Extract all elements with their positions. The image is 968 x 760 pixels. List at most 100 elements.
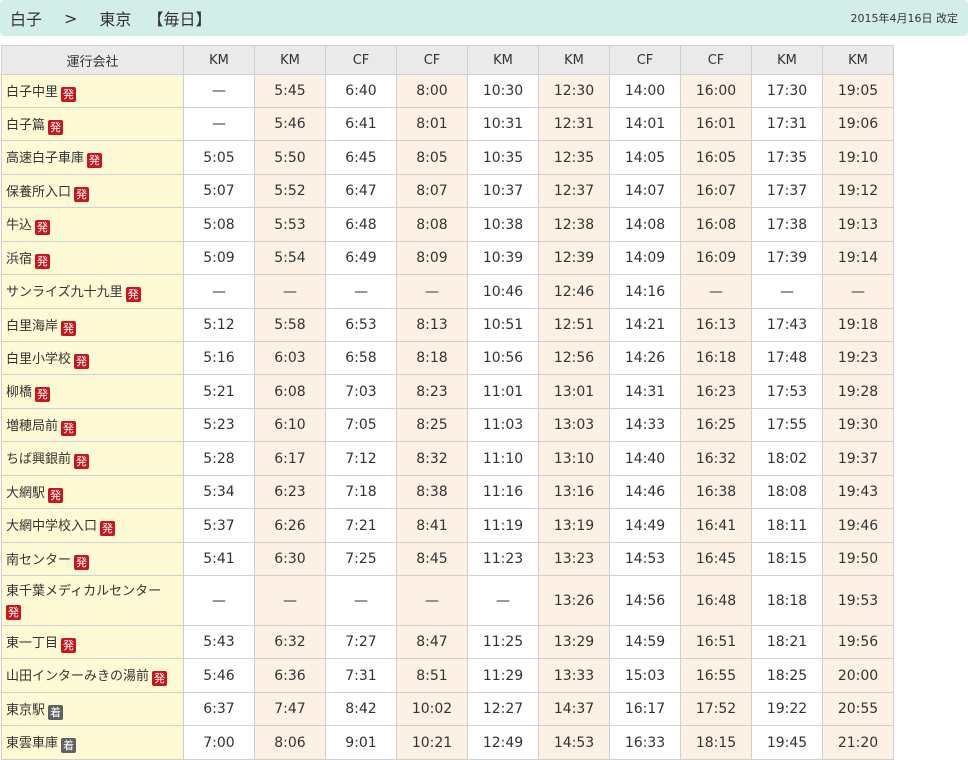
stop-name-cell: 東一丁目発 [1, 625, 184, 659]
time-cell: 16:13 [680, 308, 752, 342]
time-cell: 11:03 [467, 408, 539, 442]
time-cell: 14:40 [609, 441, 681, 476]
time-cell: 13:03 [538, 408, 610, 442]
time-cell: 21:20 [822, 725, 894, 760]
time-cell: 14:01 [609, 107, 681, 141]
time-cell: 14:59 [609, 625, 681, 659]
time-cell: 7:31 [325, 658, 397, 693]
table-row: 高速白子車庫発 5:05 5:50 6:45 8:05 10:35 12:35 14:05 16… [1, 140, 894, 175]
stop-name: サンライズ九十九里 [6, 285, 123, 300]
time-cell: — [396, 274, 468, 309]
departure-badge: 発 [87, 153, 103, 168]
direction-arrow: > [64, 8, 78, 28]
time-cell: 20:55 [822, 692, 894, 726]
time-cell: 11:10 [467, 441, 539, 476]
time-cell: 16:17 [609, 692, 681, 726]
time-cell: 16:38 [680, 475, 752, 509]
time-cell: 8:08 [396, 207, 468, 242]
stop-name-cell: 牛込発 [1, 207, 184, 242]
time-cell: 5:23 [183, 408, 255, 442]
time-cell: 12:46 [538, 274, 610, 309]
departure-badge: 発 [74, 186, 90, 202]
time-cell: 5:28 [183, 441, 255, 476]
time-cell: 5:16 [183, 341, 255, 375]
time-cell: 8:06 [254, 725, 326, 760]
operator-header-cell: CF [325, 45, 397, 75]
time-cell: 8:25 [396, 408, 468, 442]
time-cell: 6:37 [183, 692, 255, 726]
stop-name-cell: ちば興銀前発 [1, 441, 184, 476]
stop-name-cell: 大網中学校入口発 [1, 508, 184, 543]
time-cell: 19:56 [822, 625, 894, 659]
time-cell: 10:30 [467, 74, 539, 108]
time-cell: 16:23 [680, 374, 752, 409]
table-row: 白子篇発 —5:46 6:41 8:01 10:31 12:31 14:01 16:01 17:… [1, 107, 894, 141]
time-cell: 8:45 [396, 542, 468, 576]
time-cell: 5:46 [183, 658, 255, 693]
stop-name: 増穂局前 [6, 418, 59, 434]
timetable: 運行会社 KM KM CF CF KM KM CF CF KM KM 白子中里発 —5:45 6:40… [1, 45, 894, 760]
time-cell: 19:45 [751, 725, 823, 760]
table-row: 白里海岸発 5:12 5:58 6:53 8:13 10:51 12:51 14:21 16:1… [1, 308, 894, 342]
time-cell: 6:40 [325, 74, 397, 108]
time-cell: — [183, 575, 255, 626]
time-cell: 8:09 [396, 241, 468, 275]
time-cell: 12:27 [467, 692, 539, 726]
time-cell: 5:05 [183, 140, 255, 175]
time-cell: 11:01 [467, 374, 539, 409]
time-cell: 18:21 [751, 625, 823, 659]
time-cell: 13:16 [538, 475, 610, 509]
table-row: 柳橋発 5:21 6:08 7:03 8:23 11:01 13:01 14:31 16:23 1… [1, 374, 894, 409]
table-row: 東京駅着 6:37 7:47 8:42 10:02 12:27 14:37 16:17 17:5… [1, 692, 894, 726]
time-cell: 10:56 [467, 341, 539, 375]
table-row: 白里小学校発 5:16 6:03 6:58 8:18 10:56 12:56 14:26 16:… [1, 341, 894, 375]
operator-header-cell: CF [680, 45, 752, 75]
arrival-badge: 着 [61, 738, 77, 753]
time-cell: — [183, 274, 255, 309]
time-cell: 5:34 [183, 475, 255, 509]
time-cell: — [254, 575, 326, 626]
time-cell: 6:17 [254, 441, 326, 476]
operator-header-cell: KM [254, 45, 326, 75]
time-cell: 16:25 [680, 408, 752, 442]
time-cell: 12:37 [538, 174, 610, 208]
time-cell: 14:00 [609, 74, 681, 108]
time-cell: 8:38 [396, 475, 468, 509]
time-cell: 10:39 [467, 241, 539, 275]
time-cell: 12:35 [538, 140, 610, 175]
time-cell: — [325, 274, 397, 309]
time-cell: 6:47 [325, 174, 397, 208]
operator-header-cell: CF [396, 45, 468, 75]
time-cell: 11:29 [467, 658, 539, 693]
time-cell: 8:00 [396, 74, 468, 108]
time-cell: 13:26 [538, 575, 610, 626]
time-cell: 6:58 [325, 341, 397, 375]
stop-name: 白子中里 [6, 84, 59, 100]
time-cell: 10:31 [467, 107, 539, 141]
time-cell: — [183, 107, 255, 141]
time-cell: 16:18 [680, 341, 752, 375]
route-header: 白子 > 東京 【毎日】 2015年4月16日 改定 [0, 0, 968, 36]
stop-name-cell: 白里小学校発 [1, 341, 184, 375]
time-cell: 5:21 [183, 374, 255, 409]
time-cell: 19:10 [822, 140, 894, 175]
destination-label: 東京 [99, 10, 132, 29]
time-cell: 10:35 [467, 140, 539, 175]
table-row: 大網中学校入口発 5:37 6:26 7:21 8:41 11:19 13:19 14:49 1… [1, 508, 894, 543]
time-cell: 6:23 [254, 475, 326, 509]
stop-name: 高速白子車庫 [6, 151, 85, 166]
operator-header-cell: CF [609, 45, 681, 75]
table-row: 東一丁目発 5:43 6:32 7:27 8:47 11:25 13:29 14:59 16:5… [1, 625, 894, 659]
time-cell: 6:48 [325, 207, 397, 242]
time-cell: 17:52 [680, 692, 752, 726]
time-cell: 12:49 [467, 725, 539, 760]
time-cell: 6:41 [325, 107, 397, 141]
time-cell: 7:12 [325, 441, 397, 476]
time-cell: 14:26 [609, 341, 681, 375]
time-cell: 14:09 [609, 241, 681, 275]
time-cell: 8:23 [396, 374, 468, 409]
time-cell: 19:50 [822, 542, 894, 576]
stop-name-cell: 白里海岸発 [1, 308, 184, 342]
time-cell: 18:15 [751, 542, 823, 576]
stop-name: 南センター [6, 552, 72, 568]
